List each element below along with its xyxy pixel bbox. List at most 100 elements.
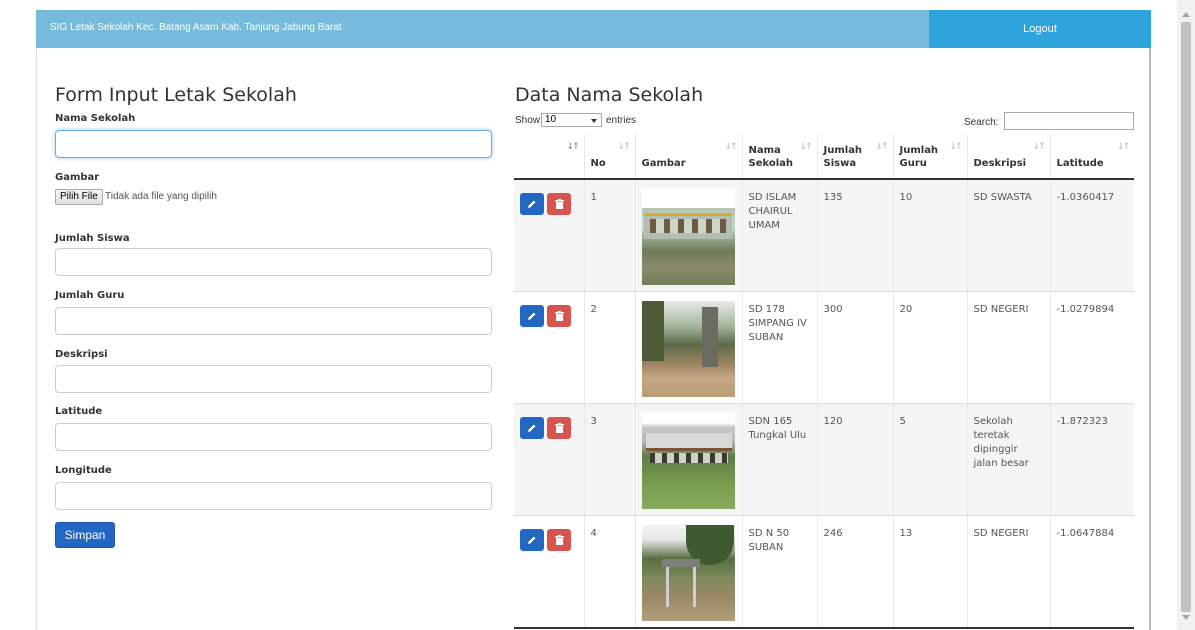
form-title: Form Input Letak Sekolah: [55, 84, 297, 106]
delete-button[interactable]: [547, 528, 571, 551]
sort-icon: ↓↑: [724, 142, 737, 152]
guru-cell: 13: [892, 514, 967, 629]
header-nama-sekolah[interactable]: ↓↑ Nama Sekolah: [741, 134, 817, 180]
entries-select-value: 10: [545, 114, 557, 125]
header-jumlah-guru[interactable]: ↓↑ Jumlah Guru: [892, 134, 967, 180]
longitude-label: Longitude: [55, 465, 112, 476]
deskripsi-cell: Sekolah teretak dipinggir jalan besar: [966, 402, 1050, 515]
school-photo: [641, 300, 735, 397]
latitude-cell: -1.0360417: [1049, 178, 1134, 291]
pencil-icon: [528, 200, 536, 208]
deskripsi-cell: SD NEGERI: [966, 514, 1050, 629]
jumlah-siswa-input[interactable]: [55, 248, 492, 276]
guru-cell: 5: [892, 402, 967, 515]
edit-button[interactable]: [520, 528, 544, 551]
header-deskripsi[interactable]: ↓↑ Deskripsi: [966, 134, 1050, 180]
table-row: 3 SDN 165 Tungkal Ulu 120 5 Sekolah tere…: [514, 402, 1134, 515]
scroll-down-icon[interactable]: [1182, 615, 1190, 620]
actions-cell: [514, 290, 584, 403]
entries-label: entries: [606, 115, 637, 126]
header-no[interactable]: ↓↑ No: [583, 134, 635, 180]
sort-icon: ↓↑: [1032, 142, 1045, 152]
siswa-cell: 120: [816, 402, 893, 515]
data-title: Data Nama Sekolah: [515, 84, 704, 106]
guru-cell: 20: [892, 290, 967, 403]
no-cell: 1: [583, 178, 635, 291]
nama-cell: SD ISLAM CHAIRUL UMAM: [741, 178, 817, 291]
actions-cell: [514, 402, 584, 515]
header-latitude[interactable]: ↓↑ Latitude: [1049, 134, 1134, 180]
pencil-icon: [528, 536, 536, 544]
nama-sekolah-label: Nama Sekolah: [55, 113, 136, 124]
page-scrollbar[interactable]: [1177, 0, 1195, 630]
longitude-input[interactable]: [55, 482, 492, 510]
delete-button[interactable]: [547, 193, 571, 215]
gambar-cell: [634, 178, 742, 291]
trash-icon: [554, 199, 564, 209]
sort-icon: ↓↑: [617, 142, 630, 152]
delete-button[interactable]: [547, 416, 571, 439]
logout-button[interactable]: Logout: [929, 10, 1151, 48]
pencil-icon: [528, 312, 536, 320]
file-status: Tidak ada file yang dipilih: [105, 191, 217, 202]
sort-icon: ↓↑: [949, 142, 962, 152]
school-photo: [641, 412, 735, 509]
school-table: ↓↑ ↓↑ No ↓↑ Gambar ↓↑ Nama Sekolah ↓↑ Jumlah…: [514, 134, 1134, 629]
siswa-cell: 135: [816, 178, 893, 291]
school-photo: [641, 189, 735, 285]
jumlah-siswa-label: Jumlah Siswa: [55, 233, 130, 244]
table-row: 2 SD 178 SIMPANG IV SUBAN 300 20 SD NEGE…: [514, 290, 1134, 403]
scroll-up-icon[interactable]: [1182, 12, 1190, 17]
latitude-cell: -1.0647884: [1049, 514, 1134, 629]
latitude-input[interactable]: [55, 423, 492, 451]
deskripsi-cell: SD NEGERI: [966, 290, 1050, 403]
scroll-thumb[interactable]: [1181, 22, 1191, 612]
search-input[interactable]: [1004, 112, 1134, 130]
siswa-cell: 246: [816, 514, 893, 629]
latitude-cell: -1.872323: [1049, 402, 1134, 515]
deskripsi-label: Deskripsi: [55, 349, 108, 360]
school-photo: [641, 524, 735, 621]
delete-button[interactable]: [547, 304, 571, 327]
edit-button[interactable]: [520, 416, 544, 439]
save-button[interactable]: Simpan: [55, 522, 115, 548]
search-label: Search:: [964, 117, 999, 128]
gambar-cell: [634, 290, 742, 403]
brand-title[interactable]: SIG Letak Sekolah Kec. Batang Asam Kab. …: [50, 22, 342, 33]
nama-cell: SD 178 SIMPANG IV SUBAN: [741, 290, 817, 403]
entries-select[interactable]: 10: [541, 113, 602, 127]
actions-cell: [514, 514, 584, 629]
header-gambar[interactable]: ↓↑ Gambar: [634, 134, 742, 180]
show-label: Show: [515, 115, 541, 126]
edit-button[interactable]: [520, 193, 544, 215]
no-cell: 4: [583, 514, 635, 629]
no-cell: 2: [583, 290, 635, 403]
navbar: SIG Letak Sekolah Kec. Batang Asam Kab. …: [36, 10, 1151, 48]
nama-cell: SDN 165 Tungkal Ulu: [741, 402, 817, 515]
table-row: 1 SD ISLAM CHAIRUL UMAM 135 10 SD SWASTA…: [514, 178, 1134, 291]
latitude-label: Latitude: [55, 406, 103, 417]
top-gap: [0, 0, 1195, 10]
nama-cell: SD N 50 SUBAN: [741, 514, 817, 629]
gambar-cell: [634, 514, 742, 629]
sort-icon: ↓↑: [566, 142, 579, 152]
trash-icon: [554, 422, 564, 433]
trash-icon: [554, 534, 564, 545]
trash-icon: [554, 310, 564, 321]
deskripsi-cell: SD SWASTA: [966, 178, 1050, 291]
edit-button[interactable]: [520, 304, 544, 327]
latitude-cell: -1.0279894: [1049, 290, 1134, 403]
sort-icon: ↓↑: [1116, 142, 1130, 152]
no-cell: 3: [583, 402, 635, 515]
header-jumlah-siswa[interactable]: ↓↑ Jumlah Siswa: [816, 134, 893, 180]
jumlah-guru-input[interactable]: [55, 307, 492, 335]
nama-sekolah-input[interactable]: [55, 130, 492, 158]
header-actions[interactable]: ↓↑: [514, 134, 584, 180]
sort-icon: ↓↑: [875, 142, 888, 152]
pencil-icon: [528, 424, 536, 432]
actions-cell: [514, 178, 584, 291]
gambar-cell: [634, 402, 742, 515]
choose-file-button[interactable]: Pilih File: [55, 189, 103, 205]
deskripsi-input[interactable]: [55, 365, 492, 393]
sort-icon: ↓↑: [799, 142, 812, 152]
